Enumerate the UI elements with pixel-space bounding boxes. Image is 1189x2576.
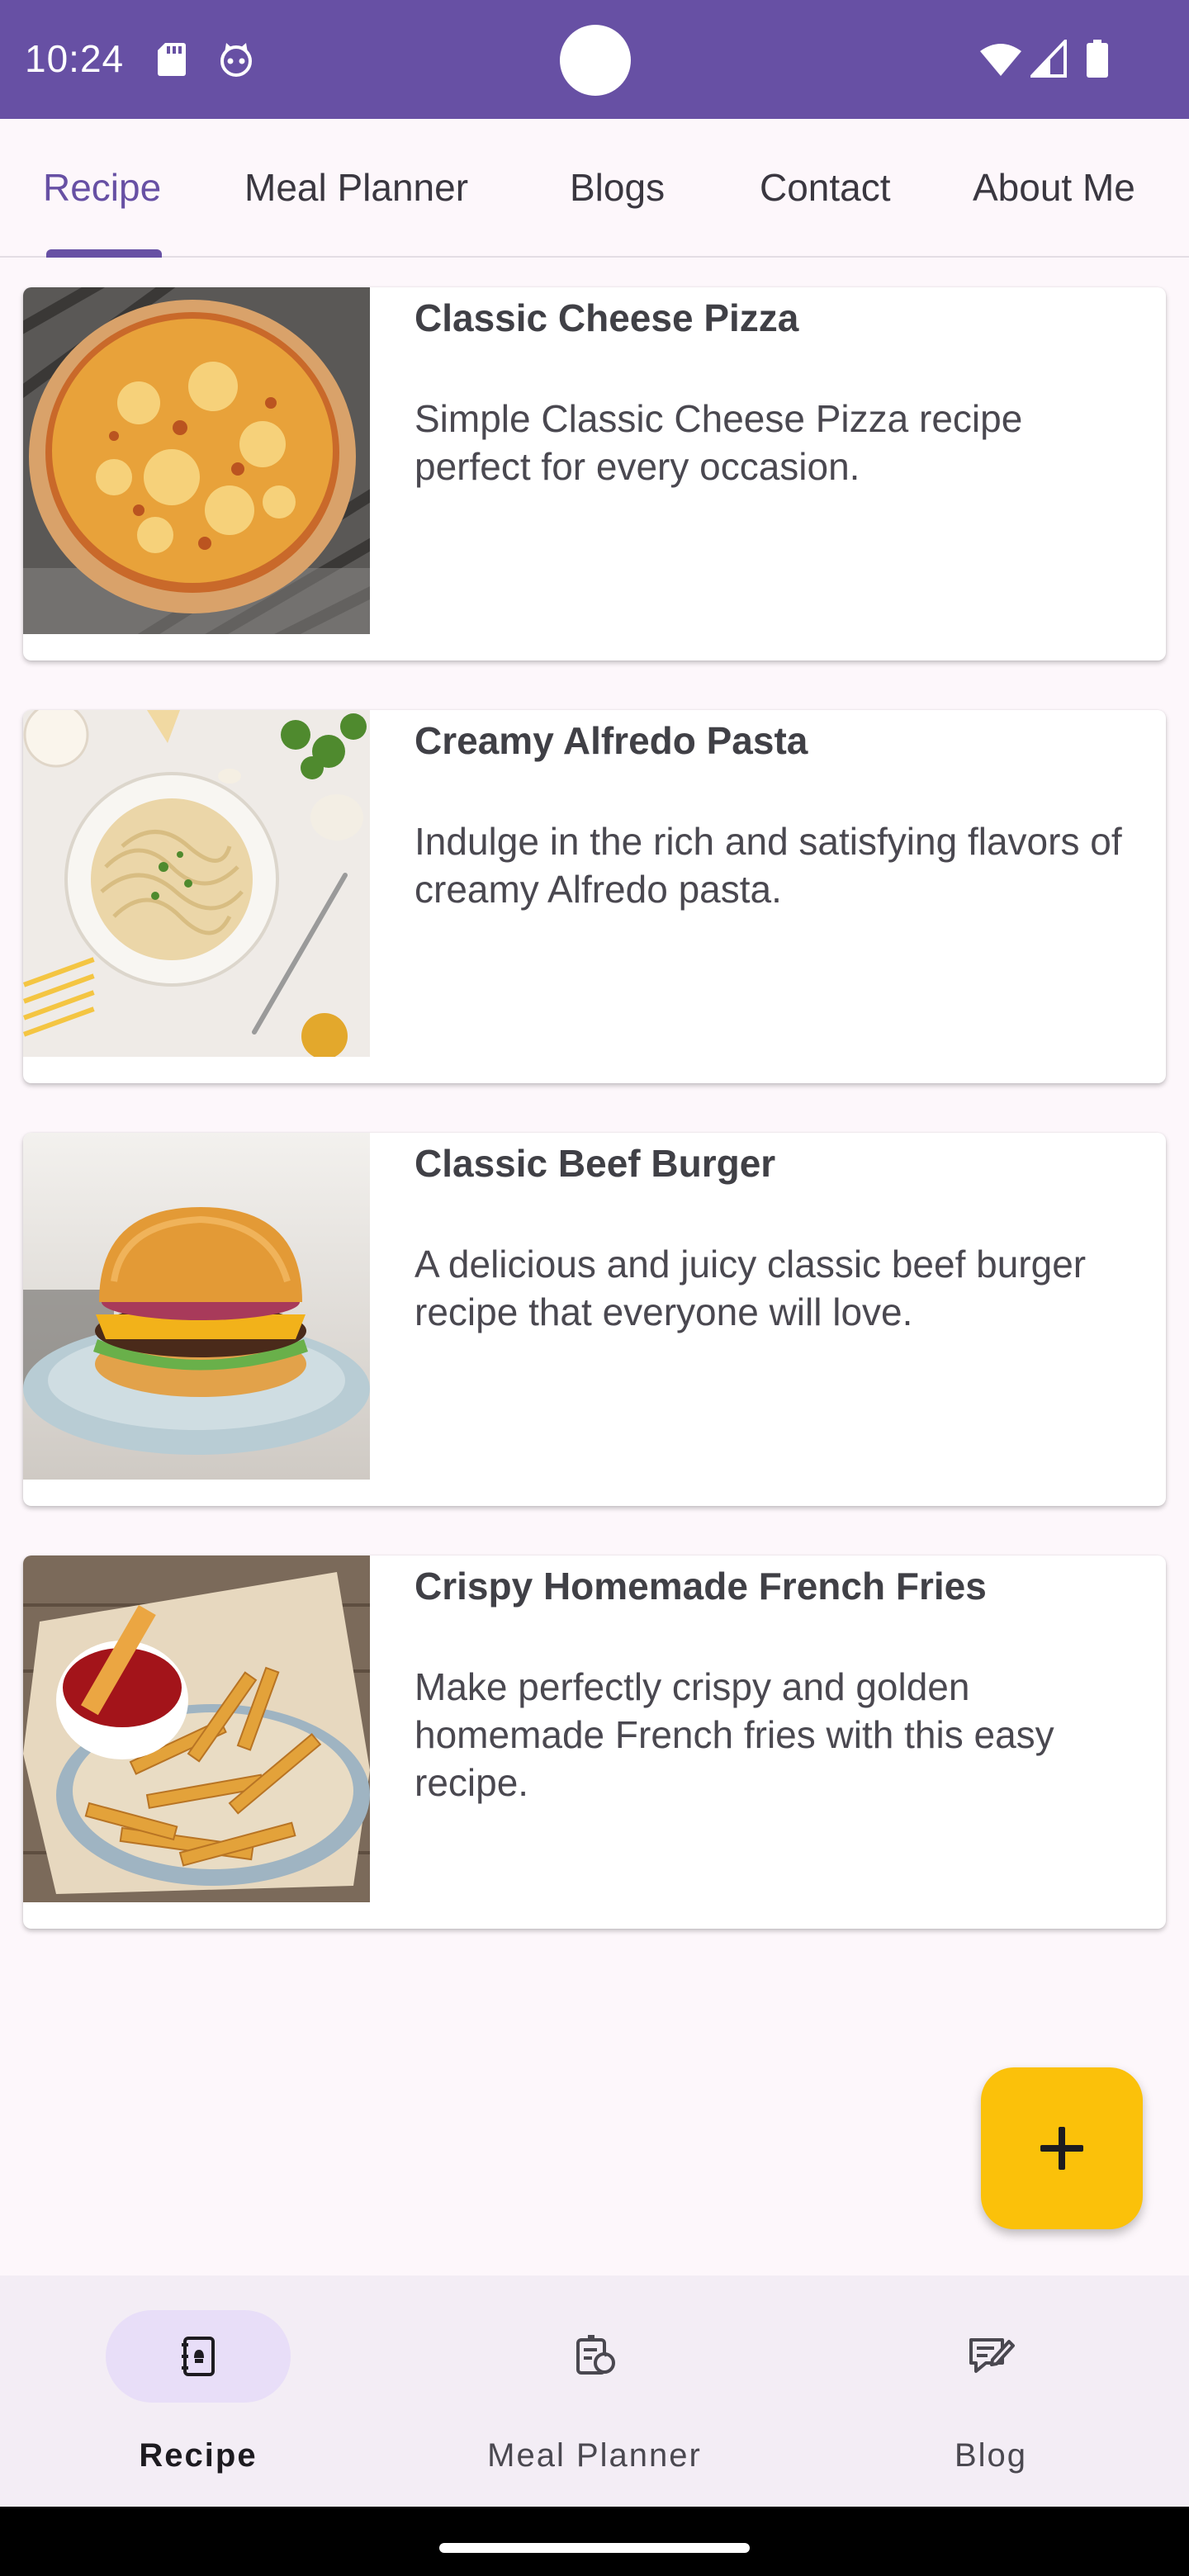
meal-planner-icon [576,2335,615,2375]
bottom-navigation: Recipe Meal Planner Blog [0,2275,1189,2507]
pizza-photo [23,287,370,634]
recipe-description: Simple Classic Cheese Pizza recipe perfe… [414,397,1023,488]
recipe-card[interactable]: Crispy Homemade French Fries Make perfec… [23,1556,1166,1929]
wifi-icon [980,44,1021,76]
plus-icon [1040,2127,1083,2170]
status-bar: 10:24 [0,0,1189,119]
active-tab-indicator [46,249,162,258]
recipe-card[interactable]: Classic Beef Burger A delicious and juic… [23,1133,1166,1506]
cell-signal-icon [1030,40,1067,78]
nav-item-blog[interactable]: Blog [793,2275,1189,2507]
status-time: 10:24 [25,37,125,80]
tab-about-me[interactable]: About Me [973,165,1135,210]
nav-label-recipe: Recipe [139,2437,258,2474]
cat-face-icon [220,43,252,77]
nav-label-meal-planner: Meal Planner [487,2437,702,2474]
sd-card-icon [158,43,186,76]
recipe-title: Crispy Homemade French Fries [414,1565,987,1608]
recipe-card[interactable]: Creamy Alfredo Pasta Indulge in the rich… [23,710,1166,1083]
tab-contact[interactable]: Contact [760,165,891,210]
burger-photo [23,1133,370,1480]
recipe-title: Creamy Alfredo Pasta [414,719,808,762]
tab-blogs[interactable]: Blogs [570,165,665,210]
fries-photo [23,1556,370,1902]
recipe-description: Make perfectly crispy and golden homemad… [414,1665,1054,1804]
camera-cutout [560,25,631,96]
recipe-description: A delicious and juicy classic beef burge… [414,1243,1087,1333]
add-recipe-button[interactable] [981,2067,1143,2229]
tab-recipe[interactable]: Recipe [43,165,161,210]
recipe-description: Indulge in the rich and satisfying flavo… [414,820,1122,911]
nav-item-meal-planner[interactable]: Meal Planner [396,2275,793,2507]
recipe-title: Classic Cheese Pizza [414,296,799,339]
blog-edit-icon [969,2338,1015,2373]
tab-meal-planner[interactable]: Meal Planner [244,165,468,210]
system-navigation-bar [0,2507,1189,2576]
nav-label-blog: Blog [954,2437,1028,2474]
recipe-title: Classic Beef Burger [414,1142,776,1185]
recipe-book-icon [182,2337,215,2376]
home-gesture-handle[interactable] [439,2543,750,2553]
top-tab-bar: Recipe Meal Planner Blogs Contact About … [0,119,1189,258]
nav-item-recipe[interactable]: Recipe [0,2275,396,2507]
battery-icon [1087,40,1108,78]
recipe-card[interactable]: Classic Cheese Pizza Simple Classic Chee… [23,287,1166,661]
pasta-photo [23,710,370,1057]
